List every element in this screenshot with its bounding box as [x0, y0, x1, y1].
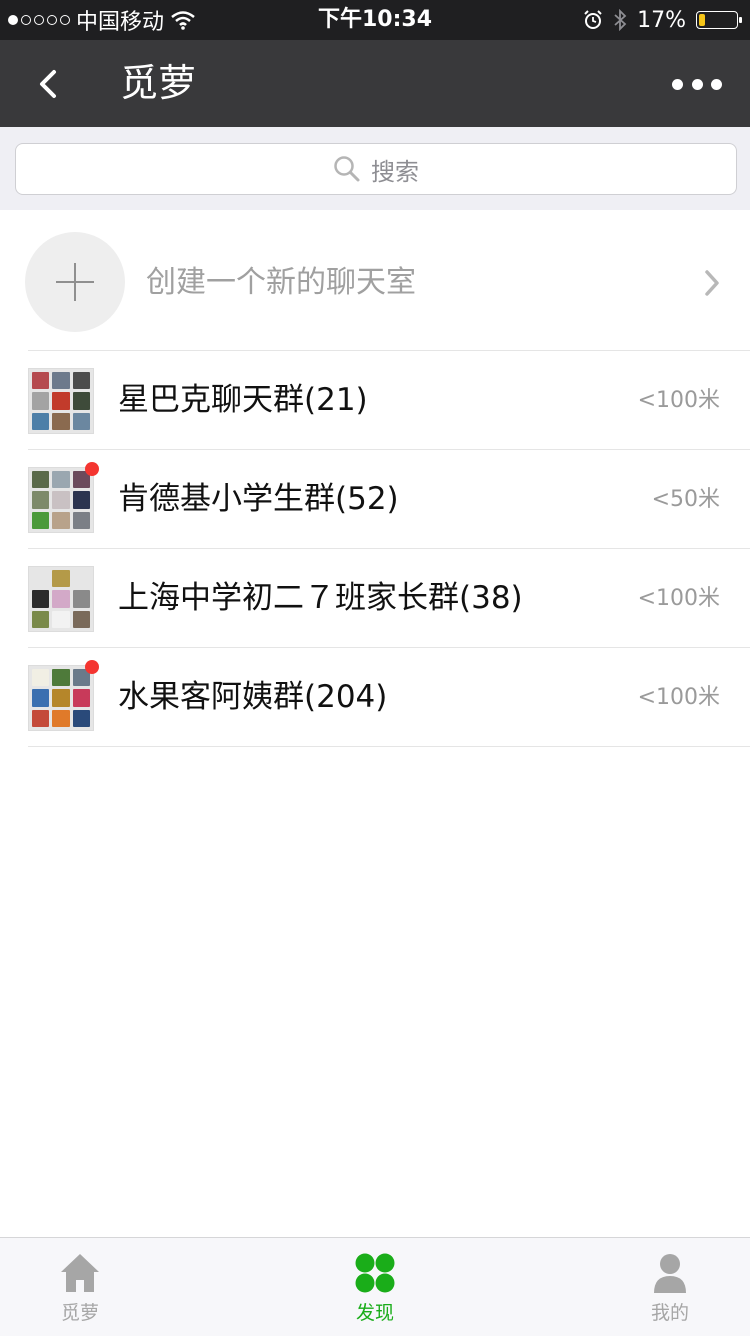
group-distance: <50米	[651, 487, 720, 512]
alarm-icon	[584, 10, 602, 29]
plus-icon	[25, 232, 125, 332]
list-item[interactable]: 星巴克聊天群(21) <100米	[0, 351, 750, 450]
search-icon	[334, 156, 360, 182]
list-item[interactable]: 肯德基小学生群(52) <50米	[0, 450, 750, 549]
group-avatar	[28, 467, 94, 533]
search-placeholder: 搜索	[371, 157, 419, 186]
nav-bar: 觅萝	[0, 40, 750, 127]
battery-percent: 17%	[637, 7, 686, 33]
status-bar: 中国移动 下午10:34 17%	[0, 0, 750, 40]
group-avatar	[28, 665, 94, 731]
unread-badge	[85, 660, 99, 674]
clover-icon	[355, 1253, 395, 1293]
battery-icon	[696, 11, 742, 29]
tab-label: 我的	[650, 1302, 689, 1324]
tab-bar: 觅萝 发现 我的	[0, 1237, 750, 1336]
bluetooth-icon	[614, 9, 627, 31]
battery-level	[699, 14, 705, 26]
tab-label: 觅萝	[60, 1302, 99, 1324]
create-chatroom-row[interactable]: 创建一个新的聊天室	[0, 210, 750, 351]
tab-label: 发现	[355, 1302, 394, 1324]
create-chatroom-label: 创建一个新的聊天室	[146, 265, 416, 300]
more-dots-icon[interactable]	[672, 70, 722, 98]
group-name: 星巴克聊天群(21)	[118, 382, 368, 418]
home-icon	[61, 1254, 99, 1292]
search-bar: 搜索	[0, 127, 750, 210]
tab-home[interactable]: 觅萝	[0, 1238, 160, 1336]
group-distance: <100米	[637, 388, 720, 413]
unread-badge	[85, 462, 99, 476]
search-input[interactable]: 搜索	[15, 143, 737, 195]
group-name: 上海中学初二７班家长群(38)	[118, 580, 523, 616]
group-avatar	[28, 368, 94, 434]
divider	[28, 746, 750, 747]
group-list: 星巴克聊天群(21) <100米 肯德基小学生群(52) <50米 上海中学初二…	[0, 351, 750, 747]
group-avatar	[28, 566, 94, 632]
page-title: 觅萝	[120, 61, 197, 105]
chevron-right-icon	[705, 270, 719, 296]
person-icon	[654, 1254, 686, 1293]
group-name: 肯德基小学生群(52)	[118, 481, 399, 517]
tab-discover[interactable]: 发现	[295, 1238, 455, 1336]
chevron-left-icon[interactable]	[30, 62, 70, 106]
list-item[interactable]: 水果客阿姨群(204) <100米	[0, 648, 750, 747]
status-right: 17%	[583, 0, 742, 40]
group-name: 水果客阿姨群(204)	[118, 679, 388, 715]
group-distance: <100米	[637, 685, 720, 710]
tab-profile[interactable]: 我的	[590, 1238, 750, 1336]
group-distance: <100米	[637, 586, 720, 611]
list-item[interactable]: 上海中学初二７班家长群(38) <100米	[0, 549, 750, 648]
